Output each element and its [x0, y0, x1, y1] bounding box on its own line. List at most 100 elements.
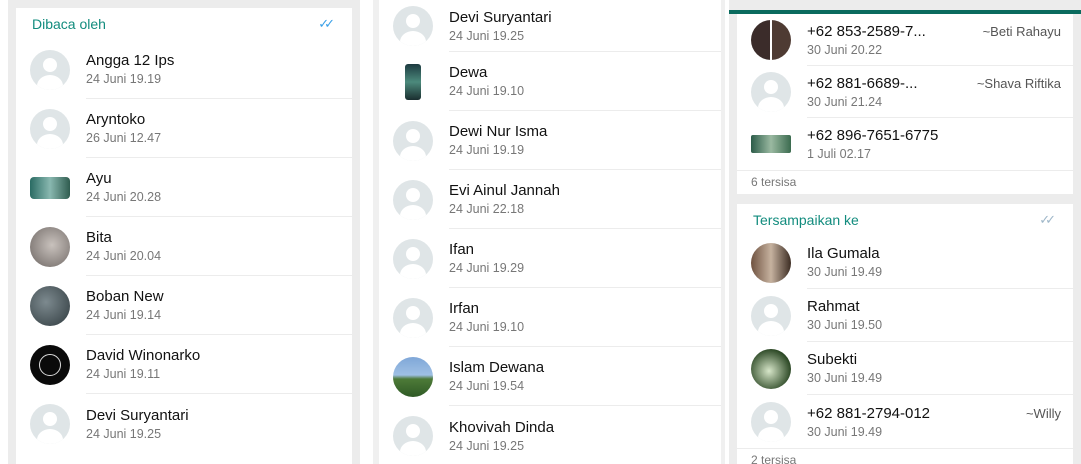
contact-row[interactable]: Subekti 30 Juni 19.49: [737, 342, 1073, 395]
contact-name: Devi Suryantari: [86, 406, 189, 424]
contact-name: +62 881-6689-...: [807, 74, 918, 92]
double-check-icon: ✓✓: [1039, 212, 1056, 227]
double-check-icon: ✓✓: [318, 16, 335, 31]
contact-name: Angga 12 Ips: [86, 52, 175, 69]
read-time: 26 Juni 12.47: [86, 131, 162, 145]
contact-row[interactable]: Devi Suryantari 24 Juni 19.25: [379, 0, 721, 52]
read-time: 24 Juni 19.25: [449, 438, 525, 453]
avatar: [751, 242, 791, 283]
read-time: 24 Juni 20.04: [86, 249, 162, 263]
contact-row[interactable]: +62 881-6689-... ~Shava Riftika 30 Juni 2…: [737, 66, 1073, 118]
contact-row[interactable]: Devi Suryantari 24 Juni 19.25: [16, 394, 352, 453]
read-by-header: Dibaca oleh ✓✓: [16, 8, 352, 40]
contact-alias: ~Willy: [1025, 405, 1061, 421]
read-time: 24 Juni 19.54: [449, 379, 525, 393]
contact-name: Rahmat: [807, 298, 860, 315]
avatar: [30, 176, 70, 199]
avatar: [30, 344, 70, 385]
contact-row[interactable]: Dewa 24 Juni 19.10: [379, 52, 721, 111]
read-time: 24 Juni 19.29: [449, 261, 525, 275]
contact-name: +62 853-2589-7...: [807, 22, 926, 40]
contact-name: David Winonarko: [86, 347, 201, 364]
avatar: [30, 226, 70, 267]
contact-name: Dewa: [449, 64, 488, 81]
read-receipts-panel-3: +62 853-2589-7... ~Beti Rahayu 30 Juni 20…: [729, 0, 1081, 464]
remaining-count[interactable]: 2 tersisa: [737, 448, 1073, 464]
default-avatar-icon: [393, 297, 433, 338]
default-avatar-icon: [393, 415, 433, 456]
contact-row[interactable]: Aryntoko 26 Juni 12.47: [16, 99, 352, 158]
contact-row[interactable]: Bita 24 Juni 20.04: [16, 217, 352, 276]
default-avatar-icon: [751, 72, 791, 112]
contact-row[interactable]: +62 896-7651-6775 1 Juli 02.17: [737, 118, 1073, 170]
section-title: Tersampaikan ke: [753, 212, 859, 228]
read-by-card-continued: Devi Suryantari 24 Juni 19.25 Dewa 24 Juni…: [379, 0, 721, 464]
default-avatar-icon: [30, 49, 70, 90]
contact-row[interactable]: Evi Ainul Jannah 24 Juni 22.18: [379, 170, 721, 229]
contact-name: Khovivah Dinda: [449, 418, 555, 436]
read-receipts-panel-2: Devi Suryantari 24 Juni 19.25 Dewa 24 Juni…: [373, 0, 725, 464]
contact-row[interactable]: Irfan 24 Juni 19.10: [379, 288, 721, 347]
avatar: [30, 285, 70, 326]
avatar: [751, 135, 791, 153]
read-time: 1 Juli 02.17: [807, 147, 871, 161]
default-avatar-icon: [393, 120, 433, 161]
default-avatar-icon: [751, 295, 791, 336]
contact-row[interactable]: Ifan 24 Juni 19.29: [379, 229, 721, 288]
contact-row[interactable]: Dewi Nur Isma 24 Juni 19.19: [379, 111, 721, 170]
contact-row[interactable]: Ila Gumala 30 Juni 19.49: [737, 236, 1073, 289]
read-time: 24 Juni 19.10: [449, 320, 525, 334]
read-time: 24 Juni 19.11: [86, 367, 161, 381]
avatar: [393, 356, 433, 397]
contact-name: Islam Dewana: [449, 359, 545, 376]
contact-name: Ila Gumala: [807, 245, 880, 262]
read-by-card: Dibaca oleh ✓✓ Angga 12 Ips 24 Juni 19.19…: [16, 8, 352, 464]
delivered-time: 30 Juni 19.49: [807, 424, 883, 439]
read-time: 24 Juni 19.25: [86, 426, 162, 441]
read-time: 24 Juni 22.18: [449, 202, 525, 216]
default-avatar-icon: [30, 108, 70, 149]
default-avatar-icon: [30, 403, 70, 444]
contact-row[interactable]: Rahmat 30 Juni 19.50: [737, 289, 1073, 342]
contact-row[interactable]: Boban New 24 Juni 19.14: [16, 276, 352, 335]
contact-alias: ~Shava Riftika: [976, 75, 1061, 91]
read-by-card-tail: +62 853-2589-7... ~Beti Rahayu 30 Juni 20…: [737, 14, 1073, 194]
read-time: 24 Juni 19.25: [449, 28, 525, 43]
read-time: 24 Juni 20.28: [86, 190, 162, 204]
delivered-time: 30 Juni 19.50: [807, 318, 883, 332]
default-avatar-icon: [393, 6, 433, 46]
contact-row[interactable]: David Winonarko 24 Juni 19.11: [16, 335, 352, 394]
contact-name: Irfan: [449, 300, 480, 317]
avatar: [751, 20, 791, 60]
default-avatar-icon: [393, 238, 433, 279]
contact-name: Devi Suryantari: [449, 8, 552, 26]
contact-name: Subekti: [807, 351, 858, 368]
read-time: 30 Juni 21.24: [807, 94, 883, 109]
contact-name: Boban New: [86, 288, 164, 305]
contact-name: Ifan: [449, 241, 475, 258]
avatar: [405, 63, 421, 100]
default-avatar-icon: [393, 179, 433, 220]
contact-name: Bita: [86, 229, 112, 246]
contact-name: Dewi Nur Isma: [449, 123, 548, 140]
read-time: 24 Juni 19.19: [449, 143, 525, 157]
delivered-header: Tersampaikan ke ✓✓: [737, 204, 1073, 236]
contact-row[interactable]: Khovivah Dinda 24 Juni 19.25: [379, 406, 721, 464]
delivered-to-card: Tersampaikan ke ✓✓ Ila Gumala 30 Juni 19…: [737, 204, 1073, 464]
avatar: [751, 348, 791, 389]
contact-name: +62 881-2794-012: [807, 404, 931, 422]
contact-row[interactable]: Angga 12 Ips 24 Juni 19.19: [16, 40, 352, 99]
contact-row[interactable]: +62 881-2794-012 ~Willy 30 Juni 19.49: [737, 395, 1073, 448]
contact-row[interactable]: +62 853-2589-7... ~Beti Rahayu 30 Juni 20…: [737, 14, 1073, 66]
section-title: Dibaca oleh: [32, 16, 106, 32]
read-time: 30 Juni 20.22: [807, 42, 883, 57]
contact-name: Evi Ainul Jannah: [449, 182, 560, 199]
contact-row[interactable]: Islam Dewana 24 Juni 19.54: [379, 347, 721, 406]
read-time: 24 Juni 19.19: [86, 72, 162, 86]
read-time: 24 Juni 19.14: [86, 308, 162, 322]
contact-alias: ~Beti Rahayu: [982, 23, 1061, 39]
read-time: 24 Juni 19.10: [449, 84, 525, 98]
contact-name: Ayu: [86, 170, 112, 187]
remaining-count[interactable]: 6 tersisa: [737, 170, 1073, 192]
contact-row[interactable]: Ayu 24 Juni 20.28: [16, 158, 352, 217]
